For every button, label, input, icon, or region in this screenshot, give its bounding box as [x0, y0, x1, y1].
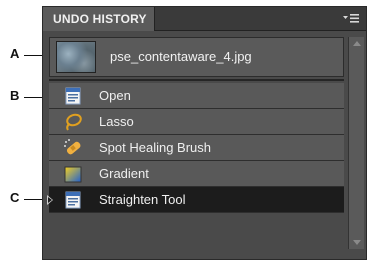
history-item-label: Straighten Tool	[99, 192, 186, 207]
panel-menu-icon[interactable]	[342, 12, 360, 26]
snapshot-separator	[49, 79, 344, 81]
history-item-spot-healing-brush[interactable]: Spot Healing Brush	[49, 135, 344, 161]
history-item-straighten-tool[interactable]: Straighten Tool	[47, 187, 344, 213]
history-state-marker-icon[interactable]	[47, 195, 53, 205]
callout-a: A	[10, 46, 20, 61]
lasso-icon	[63, 112, 83, 132]
history-item-lasso[interactable]: Lasso	[49, 109, 344, 135]
snapshot-thumbnail	[56, 41, 96, 73]
snapshot-filename: pse_contentaware_4.jpg	[110, 49, 252, 64]
history-item-gradient[interactable]: Gradient	[49, 161, 344, 187]
gradient-icon	[63, 164, 83, 184]
bandage-icon	[63, 138, 83, 158]
callout-c: C	[10, 190, 20, 205]
history-item-label: Open	[99, 88, 131, 103]
history-item-open[interactable]: Open	[49, 83, 344, 109]
scroll-up-arrow-icon[interactable]	[349, 37, 364, 51]
history-item-label: Spot Healing Brush	[99, 140, 212, 155]
history-list: Open Lasso Spot Healing Brush Gradient S…	[47, 83, 344, 213]
history-item-label: Lasso	[99, 114, 134, 129]
scrollbar[interactable]	[348, 37, 364, 249]
scroll-down-arrow-icon[interactable]	[349, 235, 364, 249]
document-icon	[63, 86, 83, 106]
document-icon	[63, 190, 83, 210]
tab-undo-history[interactable]: UNDO HISTORY	[43, 7, 155, 31]
panel-tabbar: UNDO HISTORY	[43, 7, 366, 31]
undo-history-panel: UNDO HISTORY pse_contentaware_4.jpg Open…	[42, 6, 367, 260]
snapshot-row[interactable]: pse_contentaware_4.jpg	[49, 37, 344, 77]
history-item-label: Gradient	[99, 166, 149, 181]
callout-b: B	[10, 88, 20, 103]
